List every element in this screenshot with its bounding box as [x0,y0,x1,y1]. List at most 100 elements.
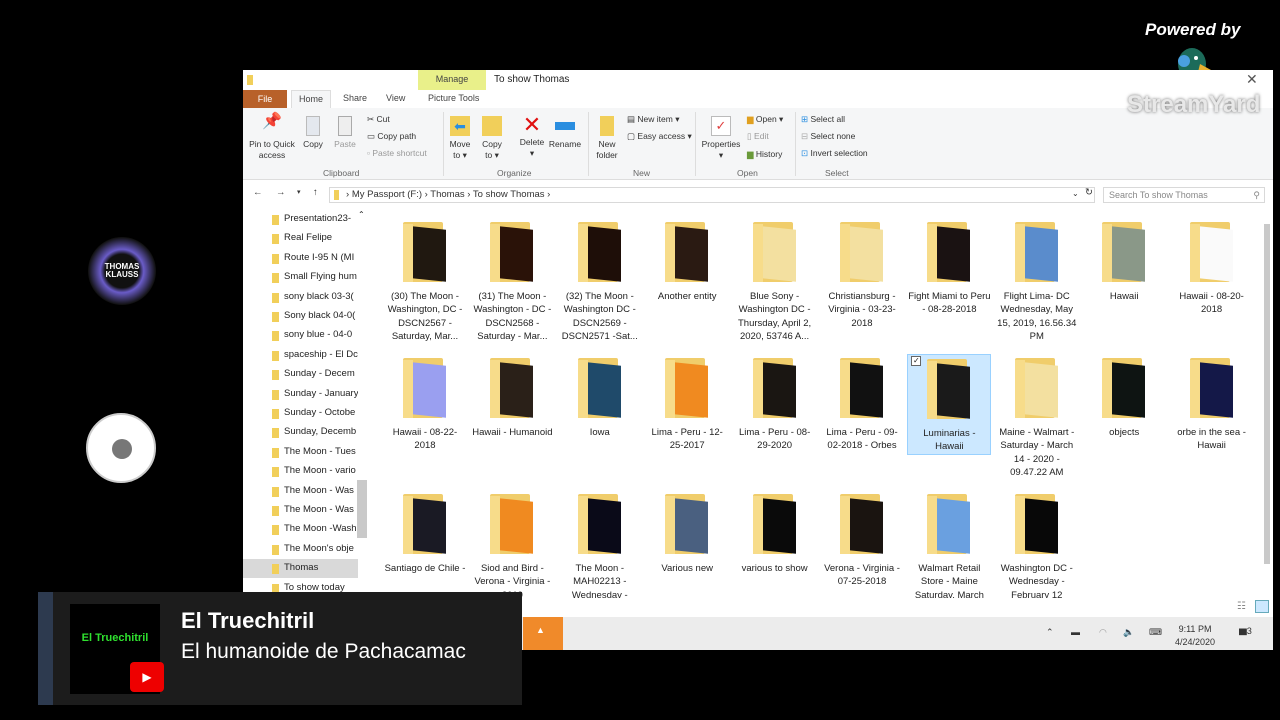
folder-item[interactable]: Siod and Bird - Verona - Virginia - 2019 [470,490,554,598]
content-scrollbar[interactable] [1262,212,1272,592]
folder-item[interactable]: Washington DC - Wednesday - February 12 [995,490,1079,598]
folder-item[interactable]: Another entity [645,218,729,303]
tab-file[interactable]: File [243,90,287,108]
move-to-button[interactable]: ⬅ Move to ▾ [447,116,473,161]
up-icon[interactable]: ↑ [313,187,318,198]
open-button[interactable]: ▆ Open ▾ [747,114,783,124]
refresh-icon[interactable]: ↻ [1085,187,1093,198]
battery-icon[interactable]: ▬ [1071,627,1080,637]
history-button[interactable]: ▆ History [747,149,782,159]
tab-share[interactable]: Share [343,93,367,103]
folder-item[interactable]: Hawaii [1082,218,1166,303]
details-view-icon[interactable]: ☷ [1237,601,1246,612]
folder-item[interactable]: objects [1082,354,1166,439]
folder-item[interactable]: Fight Miami to Peru - 08-28-2018 [907,218,991,317]
nav-item[interactable]: The Moon's obje [243,540,358,559]
copy-to-button[interactable]: Copy to ▾ [479,116,505,161]
nav-item[interactable]: sony black 03-3( [243,288,358,307]
nav-item[interactable]: Sunday - January [243,385,358,404]
folder-item[interactable]: Santiago de Chile - [383,490,467,575]
paste-button[interactable]: Paste [333,116,357,150]
nav-item[interactable]: spaceship - El Dc [243,346,358,365]
folder-item[interactable]: (32) The Moon -Washington DC - DSCN2569 … [558,218,642,344]
address-bar[interactable]: › My Passport (F:) › Thomas › To show Th… [329,187,1095,203]
folder-item[interactable]: Lima - Peru - 08-29-2020 [733,354,817,453]
folder-item[interactable]: Blue Sony - Washington DC - Thursday, Ap… [733,218,817,344]
nav-item[interactable]: Real Felipe [243,229,358,248]
delete-button[interactable]: ✕ Delete ▾ [517,114,547,159]
back-icon[interactable]: ← [253,187,263,198]
pin-to-quick-access-button[interactable]: 📌 Pin to Quick access [247,114,297,161]
nav-item[interactable]: Sony black 04-0( [243,307,358,326]
folder-item[interactable]: The Moon - MAH02213 - Wednesday - [558,490,642,598]
copy-button[interactable]: Copy [301,116,325,150]
folder-item[interactable]: Hawaii - Humanoid [470,354,554,439]
scroll-up-icon[interactable]: ⌃ [358,210,365,219]
nav-item[interactable]: Small Flying hum [243,268,358,287]
folder-item[interactable]: Verona - Virginia - 07-25-2018 [820,490,904,589]
vlc-taskbar-button[interactable]: ▲ [523,617,563,650]
tab-view[interactable]: View [386,93,405,103]
folder-item[interactable]: ✓ Luminarias - Hawaii [907,354,992,455]
nav-item[interactable]: Presentation23- [243,210,358,229]
nav-item[interactable]: Route I-95 N (MI [243,249,358,268]
wifi-icon[interactable]: ◠ [1099,627,1107,638]
manage-context-tab[interactable]: Manage [418,70,486,90]
nav-item[interactable]: Sunday - Decem [243,365,358,384]
invert-selection-button[interactable]: ⊡ Invert selection [801,148,868,158]
copy-path-button[interactable]: ▭ Copy path [367,131,416,141]
recent-locations-icon[interactable]: ▾ [297,188,301,196]
large-icons-view-icon[interactable] [1255,600,1269,613]
tab-picture-tools[interactable]: Picture Tools [428,93,479,103]
new-folder-button[interactable]: New folder [592,116,622,161]
nav-item[interactable]: The Moon - vario [243,462,358,481]
folder-item[interactable]: Hawaii - 08-20-2018 [1170,218,1254,317]
folder-item[interactable]: Walmart Retail Store - Maine Saturday, M… [907,490,991,598]
volume-icon[interactable]: 🔈 [1123,627,1134,638]
folder-item[interactable]: (31) The Moon - Washington - DC - DSCN25… [470,218,554,344]
folder-item[interactable]: Hawaii - 08-22-2018 [383,354,467,453]
folder-item[interactable]: Various new [645,490,729,575]
rename-button[interactable]: Rename [548,116,582,150]
folder-item[interactable]: various to show [733,490,817,575]
breadcrumb-thomas[interactable]: Thomas [430,189,464,200]
taskbar-clock[interactable]: 9:11 PM 4/24/2020 [1175,623,1215,649]
folder-item[interactable]: Christiansburg - Virginia - 03-23-2018 [820,218,904,330]
nav-item[interactable]: The Moon - Was [243,501,358,520]
folder-item[interactable]: Iowa [558,354,642,439]
search-input[interactable]: Search To show Thomas ⚲ [1103,187,1265,203]
notifications-icon[interactable]: ▀3 [1239,626,1252,642]
new-item-button[interactable]: ▤ New item ▾ [627,114,679,124]
breadcrumb-to-show-thomas[interactable]: To show Thomas [473,189,545,200]
folder-item[interactable]: (30) The Moon - Washington, DC - DSCN256… [383,218,467,344]
close-button[interactable]: ✕ [1246,71,1258,88]
breadcrumb-my-passport[interactable]: My Passport (F:) [352,189,422,200]
paste-shortcut-button[interactable]: ▫ Paste shortcut [367,148,427,158]
address-dropdown-icon[interactable]: ⌄ [1072,189,1079,198]
nav-item[interactable]: Sunday, Decemb [243,423,358,442]
nav-item[interactable]: The Moon - Was [243,482,358,501]
keyboard-icon[interactable]: ⌨ [1149,627,1162,638]
nav-item[interactable]: sony blue - 04-0 [243,326,358,345]
folder-label: Luminarias - Hawaii [923,428,976,453]
tray-chevron-icon[interactable]: ⌃ [1046,627,1054,638]
select-none-button[interactable]: ⊟ Select none [801,131,855,141]
folder-item[interactable]: orbe in the sea - Hawaii [1170,354,1254,453]
selection-checkbox[interactable]: ✓ [911,356,922,366]
select-all-button[interactable]: ⊞ Select all [801,114,845,124]
folder-item[interactable]: Flight Lima- DC Wednesday, May 15, 2019,… [995,218,1079,344]
nav-item[interactable]: Sunday - Octobe [243,404,358,423]
folder-item[interactable]: Lima - Peru - 12-25-2017 [645,354,729,453]
edit-button[interactable]: ▯ Edit [747,131,769,141]
easy-access-button[interactable]: ▢ Easy access ▾ [627,131,692,141]
nav-item[interactable]: The Moon - Tues [243,443,358,462]
forward-icon[interactable]: → [276,187,286,198]
cut-button[interactable]: ✂ Cut [367,114,390,124]
folder-item[interactable]: Maine - Walmart - Saturday - March 14 - … [995,354,1079,480]
nav-scrollbar-thumb[interactable] [357,480,367,538]
tab-home[interactable]: Home [291,90,331,108]
nav-item[interactable]: Thomas [243,559,358,579]
folder-item[interactable]: Lima - Peru - 09-02-2018 - Orbes [820,354,904,453]
nav-item[interactable]: The Moon -Wash [243,520,358,539]
properties-button[interactable]: ✓ Properties ▾ [699,116,743,161]
